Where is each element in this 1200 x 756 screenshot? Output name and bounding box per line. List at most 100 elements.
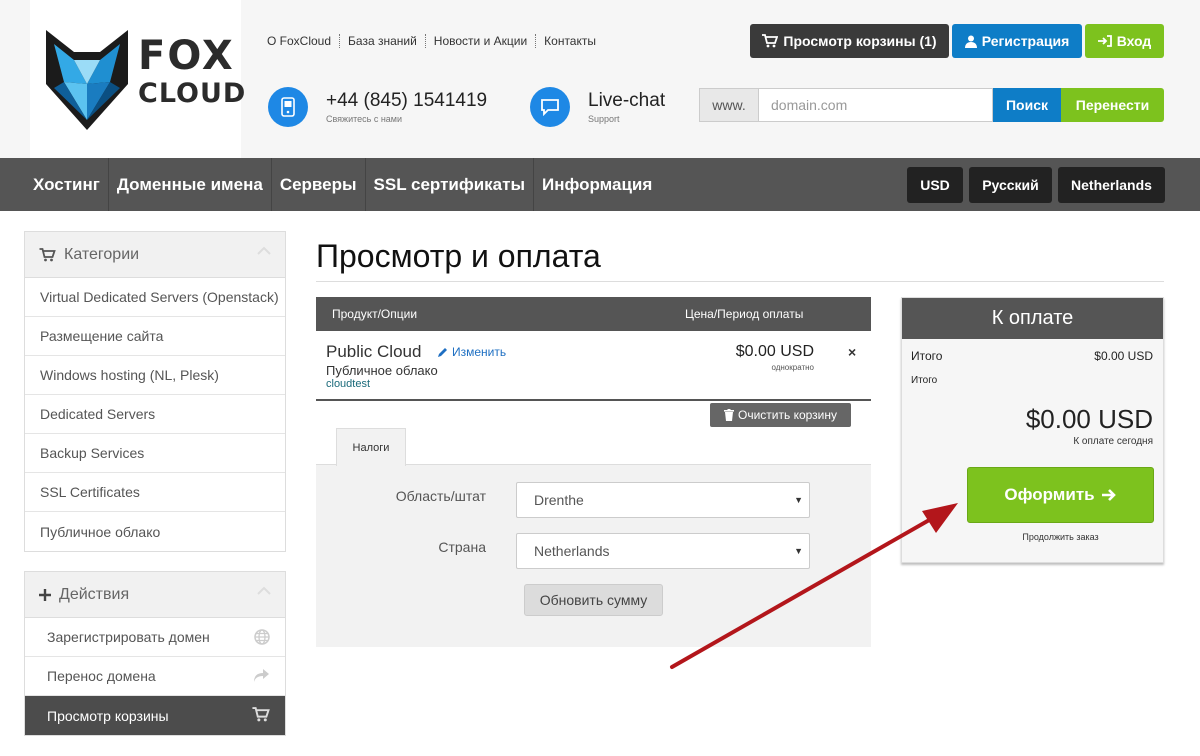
region-label: Область/штат (395, 488, 486, 504)
nav-info[interactable]: Информация (534, 158, 660, 211)
checkout-label: Оформить (1004, 485, 1095, 504)
sign-in-icon (1097, 35, 1112, 47)
language-selector[interactable]: Русский (969, 167, 1052, 203)
login-button[interactable]: Вход (1085, 24, 1164, 58)
register-label: Регистрация (981, 33, 1070, 49)
phone-icon (268, 87, 308, 127)
pencil-icon (438, 348, 447, 357)
action-register-domain-label: Зарегистрировать домен (47, 629, 210, 645)
total-label: Итого (911, 375, 938, 386)
fox-logo-icon (46, 30, 128, 130)
cart-table-header: Продукт/Опции Цена/Период оплаты (316, 297, 871, 331)
currency-selector[interactable]: USD (907, 167, 963, 203)
actions-title: Действия (59, 585, 130, 603)
due-today-caption: К оплате сегодня (1073, 436, 1153, 447)
sidebar-item-ssl[interactable]: SSL Certificates (25, 473, 285, 512)
region-value: Drenthe (534, 492, 584, 508)
domain-input[interactable] (758, 88, 993, 122)
actions-header[interactable]: Действия (25, 572, 285, 618)
tab-taxes[interactable]: Налоги (336, 428, 406, 466)
sidebar-item-public-cloud[interactable]: Публичное облако (25, 512, 285, 551)
checkout-button[interactable]: Оформить (967, 467, 1154, 523)
billing-cycle: однократно (771, 363, 814, 372)
sidebar-item-hosting[interactable]: Размещение сайта (25, 317, 285, 356)
continue-shopping-link[interactable]: Продолжить заказ (967, 532, 1154, 542)
product-group: Публичное облако (326, 363, 438, 378)
nav-hosting[interactable]: Хостинг (25, 158, 109, 211)
view-cart-label: Просмотр корзины (1) (783, 33, 937, 49)
action-view-cart[interactable]: Просмотр корзины (25, 696, 285, 735)
register-button[interactable]: Регистрация (952, 24, 1082, 58)
actions-panel: Действия Зарегистрировать домен Перенос … (24, 571, 286, 736)
product-price: $0.00 USD (735, 343, 814, 360)
chevron-up-icon[interactable] (257, 246, 271, 255)
link-about[interactable]: О FoxCloud (267, 34, 341, 48)
title-divider (316, 281, 1164, 282)
action-view-cart-label: Просмотр корзины (47, 707, 169, 724)
summary-title: К оплате (902, 298, 1163, 339)
total-due: $0.00 USD (1025, 404, 1153, 434)
live-chat-contact[interactable]: Live-chat Support (530, 87, 665, 127)
link-knowledgebase[interactable]: База знаний (340, 34, 426, 48)
clear-cart-label: Очистить корзину (738, 408, 837, 422)
domain-transfer-button[interactable]: Перенести (1061, 88, 1164, 122)
arrow-right-icon (1101, 489, 1116, 501)
page-title: Просмотр и оплата (316, 238, 601, 274)
cart-item-row: Public Cloud Изменить Публичное облако c… (316, 331, 871, 401)
product-domain: cloudtest (326, 378, 371, 390)
globe-icon (254, 629, 270, 645)
domain-prefix: www. (699, 88, 758, 122)
country-label: Страна (438, 539, 486, 555)
edit-label: Изменить (452, 345, 507, 359)
subtotal-label: Итого (911, 349, 943, 363)
categories-header[interactable]: Категории (25, 232, 285, 278)
edit-product-link[interactable]: Изменить (437, 345, 506, 359)
subtotal-value: $0.00 USD (1094, 349, 1153, 363)
product-name: Public Cloud (326, 342, 422, 361)
login-label: Вход (1116, 33, 1152, 49)
logo-wordmark: FOX CLOUD (138, 36, 246, 107)
sidebar-item-dedicated[interactable]: Dedicated Servers (25, 395, 285, 434)
view-cart-button[interactable]: Просмотр корзины (1) (750, 24, 949, 58)
column-product: Продукт/Опции (332, 307, 418, 321)
annotation-arrow (670, 503, 958, 669)
phone-caption: Свяжитесь с нами (326, 114, 403, 124)
nav-ssl[interactable]: SSL сертификаты (366, 158, 534, 211)
user-icon (964, 35, 977, 48)
live-chat-title: Live-chat (588, 90, 666, 111)
domain-search-form: www. Поиск Перенести (699, 88, 1164, 122)
phone-number: +44 (845) 1541419 (326, 90, 488, 111)
plus-icon (39, 588, 51, 601)
trash-icon (724, 409, 734, 421)
logo-line-cloud: CLOUD (138, 78, 247, 109)
cart-icon (762, 34, 779, 48)
country-selector[interactable]: Netherlands (1058, 167, 1165, 203)
link-contacts[interactable]: Контакты (536, 34, 604, 48)
site-logo[interactable]: FOX CLOUD (30, 0, 245, 158)
action-transfer-domain[interactable]: Перенос домена (25, 657, 285, 696)
remove-item-button[interactable]: × (848, 344, 856, 360)
update-totals-button[interactable]: Обновить сумму (524, 584, 663, 616)
categories-panel: Категории Virtual Dedicated Servers (Ope… (24, 231, 286, 552)
cart-icon (39, 247, 56, 261)
cart-icon (252, 707, 270, 722)
chevron-up-icon[interactable] (257, 586, 271, 595)
clear-cart-button[interactable]: Очистить корзину (710, 403, 851, 427)
sidebar-item-windows-hosting[interactable]: Windows hosting (NL, Plesk) (25, 356, 285, 395)
categories-title: Категории (64, 245, 140, 263)
action-transfer-domain-label: Перенос домена (47, 668, 156, 684)
chat-icon (530, 87, 570, 127)
nav-servers[interactable]: Серверы (272, 158, 366, 211)
nav-domains[interactable]: Доменные имена (109, 158, 272, 211)
action-register-domain[interactable]: Зарегистрировать домен (25, 618, 285, 657)
logo-line-fox: FOX (138, 33, 235, 79)
share-arrow-icon (254, 669, 269, 682)
phone-contact[interactable]: +44 (845) 1541419 Свяжитесь с нами (268, 87, 487, 127)
link-news[interactable]: Новости и Акции (426, 34, 537, 48)
country-value: Netherlands (534, 543, 610, 559)
sidebar-item-vds[interactable]: Virtual Dedicated Servers (Openstack) (25, 278, 285, 317)
domain-search-button[interactable]: Поиск (993, 88, 1061, 122)
column-price: Цена/Период оплаты (685, 307, 804, 321)
sidebar-item-backup[interactable]: Backup Services (25, 434, 285, 473)
top-links: О FoxCloud База знаний Новости и Акции К… (267, 34, 604, 48)
